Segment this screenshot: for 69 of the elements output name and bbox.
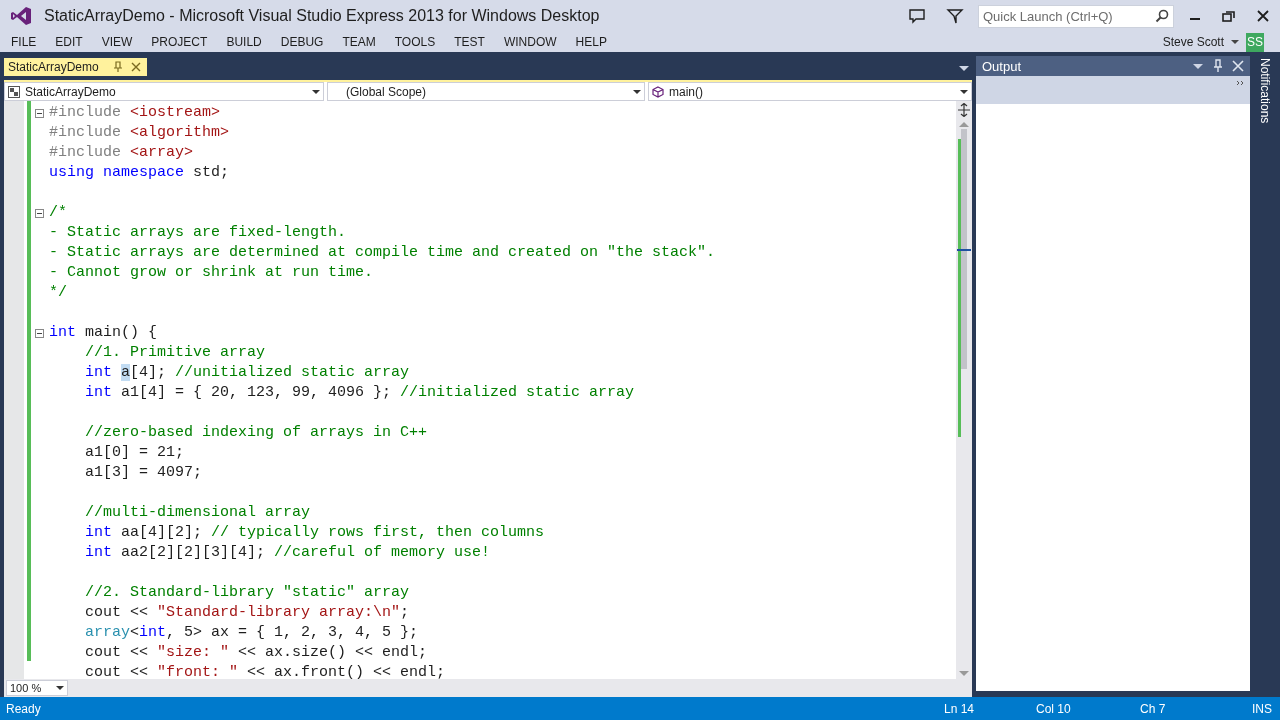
window-title: StaticArrayDemo - Microsoft Visual Studio Express 2013 for Windows Desktop	[44, 7, 600, 25]
panel-title: Output	[982, 58, 1022, 74]
split-icon[interactable]	[957, 103, 971, 117]
code-line: //2. Standard-library "static" array	[84, 584, 410, 602]
side-tab[interactable]: Notifications	[1258, 56, 1272, 124]
caret-icon[interactable]	[960, 88, 968, 95]
code-line: int aa2[2][2][3][4]; //careful of memory use!	[84, 544, 491, 562]
code-line: - Static arrays are determined at compile time and created on "the stack".	[49, 244, 716, 262]
code-line: int a[4]; //unitialized static array	[84, 364, 410, 382]
code-line: #include <array>	[49, 144, 194, 162]
insert-mode: INS	[1252, 701, 1273, 716]
menu-item[interactable]: WINDOW	[503, 35, 557, 49]
code-line: a1[0] = 21;	[84, 444, 185, 462]
menu-item[interactable]: DEBUG	[280, 35, 324, 49]
code-line: cout << "front: " << ax.front() << endl;	[84, 664, 446, 679]
user-name[interactable]: Steve Scott	[1162, 35, 1224, 49]
code-line: int aa[4][2]; // typically rows first, then columns	[84, 524, 545, 542]
char-number: Ch 7	[1140, 701, 1167, 716]
code-line: //1. Primitive array	[84, 344, 266, 362]
menu-item[interactable]: BUILD	[226, 35, 262, 49]
caret-icon[interactable]	[1230, 38, 1240, 46]
code-line: int a1[4] = { 20, 123, 99, 4096 }; //initialized static array	[84, 384, 635, 402]
overflow-icon[interactable]	[1236, 80, 1244, 86]
navigation-dropdown[interactable]: StaticArrayDemo	[4, 82, 324, 101]
code-line: cout << "size: " << ax.size() << endl;	[84, 644, 428, 662]
code-line: cout << "Standard-library array:\n";	[84, 604, 410, 622]
status-text: Ready	[6, 701, 41, 716]
caret-icon[interactable]	[56, 685, 64, 691]
code-line: - Static arrays are fixed-length.	[49, 224, 347, 242]
menu-item[interactable]: HELP	[575, 35, 607, 49]
menu-item[interactable]: EDIT	[55, 35, 83, 49]
collapse-icon[interactable]	[34, 208, 44, 218]
search-icon[interactable]	[1155, 9, 1169, 23]
code-line: //multi-dimensional array	[84, 504, 311, 522]
code-line: //zero-based indexing of arrays in C++	[84, 424, 428, 442]
menu-item[interactable]: FILE	[11, 35, 37, 49]
logo-icon	[10, 5, 32, 27]
code-line: */	[49, 284, 67, 302]
project-icon	[8, 85, 20, 98]
collapse-icon[interactable]	[34, 108, 44, 118]
navigation-dropdown[interactable]: main()	[648, 82, 972, 101]
menu-item[interactable]: PROJECT	[151, 35, 208, 49]
code-line: int main() {	[49, 324, 158, 342]
menu-item[interactable]: VIEW	[101, 35, 133, 49]
code-line: using namespace std;	[49, 164, 230, 182]
menu-item[interactable]: TEST	[454, 35, 485, 49]
dropdown-icon[interactable]	[958, 64, 970, 72]
code-line: /*	[49, 204, 67, 222]
menu-item[interactable]: TOOLS	[394, 35, 436, 49]
code-line: a1[3] = 4097;	[84, 464, 203, 482]
column-number: Col 10	[1036, 701, 1072, 716]
collapse-icon[interactable]	[34, 328, 44, 338]
code-line: - Cannot grow or shrink at run time.	[49, 264, 374, 282]
method-icon	[652, 85, 664, 98]
code-line: #include <algorithm>	[49, 124, 230, 142]
menu-item[interactable]: TEAM	[342, 35, 376, 49]
code-line: #include <iostream>	[49, 104, 221, 122]
caret-icon[interactable]	[312, 88, 320, 95]
pin-icon[interactable]	[112, 61, 123, 73]
line-number: Ln 14	[944, 701, 976, 716]
dropdown-icon[interactable]	[1192, 62, 1204, 70]
document-tab[interactable]: StaticArrayDemo	[4, 58, 147, 76]
caret-icon[interactable]	[633, 88, 641, 95]
code-line: array<int, 5> ax = { 1, 2, 3, 4, 5 };	[84, 624, 419, 642]
navigation-dropdown[interactable]: (Global Scope)	[327, 82, 645, 101]
quick-launch-field[interactable]: Quick Launch (Ctrl+Q)	[978, 4, 1174, 28]
zoom-dropdown[interactable]: 100 %	[6, 680, 68, 696]
feedback-icon[interactable]	[908, 7, 926, 25]
filter-icon[interactable]	[946, 7, 964, 25]
